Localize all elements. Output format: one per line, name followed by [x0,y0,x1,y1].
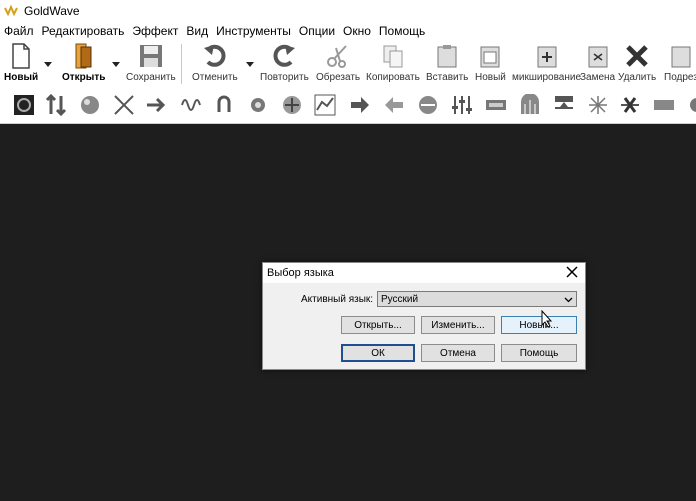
delete-x-icon [624,42,650,70]
copy-button[interactable]: Копировать [366,42,420,86]
sliders-icon[interactable] [450,93,474,117]
paste-button-label: Вставить [426,72,469,83]
pan-icon[interactable] [416,93,440,117]
dialog-titlebar: Выбор языка [263,263,585,283]
ok-button[interactable]: ОК [341,344,415,362]
noise-reduction-icon[interactable] [552,93,576,117]
goldwave-logo-icon [4,3,18,16]
mix-button-label: микширование [512,72,581,83]
new-dropdown-icon[interactable] [44,60,52,68]
open-button-label: Открыть [62,72,106,83]
menu-edit[interactable]: Редактировать [38,24,129,38]
undo-arrow-icon [202,42,228,70]
menu-window[interactable]: Окно [339,24,375,38]
flanger-icon[interactable] [280,93,304,117]
trim-more-button[interactable]: Подрез [664,42,696,86]
paste-new-button-label: Новый [475,72,506,83]
open-dropdown-icon[interactable] [112,60,120,68]
paste-icon [434,42,460,70]
gear-effect-icon[interactable] [246,93,270,117]
mix-icon [534,42,560,70]
cancel-button[interactable]: Отмена [421,344,495,362]
language-select[interactable]: Русский [377,291,577,307]
replace-button[interactable]: Замена [580,42,615,86]
reverb-sphere-icon[interactable] [78,93,102,117]
dialog-title: Выбор языка [267,267,334,279]
main-toolbar: Новый Открыть Сохранить Отменить Повтори… [0,40,696,88]
menu-help[interactable]: Помощь [375,24,429,38]
forward-arrow-icon[interactable] [144,93,168,117]
undo-dropdown-icon[interactable] [246,60,254,68]
save-button-label: Сохранить [126,72,176,83]
trim-button-label: Обрезать [316,72,361,83]
redo-button-label: Повторить [260,72,309,83]
menu-file[interactable]: Файл [0,24,38,38]
new-button-label: Новый [4,72,39,83]
waveform-icon[interactable] [180,93,204,117]
mix-button[interactable]: микширование [512,42,581,86]
title-bar: GoldWave [0,0,696,21]
active-language-label: Активный язык: [301,294,374,305]
new-file-icon [8,42,34,70]
help-button[interactable]: Помощь [501,344,577,362]
new-button[interactable]: Новый [4,42,38,86]
menu-bar: Файл Редактировать Эффект Вид Инструмент… [0,21,696,40]
volume-bar-icon[interactable] [652,93,676,117]
open-language-button[interactable]: Открыть... [341,316,415,334]
save-disk-icon [138,42,164,70]
paste-new-button[interactable]: Новый [475,42,506,86]
silence-icon[interactable] [618,93,642,117]
copy-icon [380,42,406,70]
mouse-cursor-icon [541,310,553,328]
delete-button-label: Удалить [618,72,657,83]
menu-options[interactable]: Опции [295,24,339,38]
redo-arrow-icon [271,42,297,70]
toolbar-separator [181,44,182,84]
effects-toolbar [0,88,696,124]
open-button[interactable]: Открыть [62,42,105,86]
redo-button[interactable]: Повторить [260,42,309,86]
scissors-icon [325,42,351,70]
menu-view[interactable]: Вид [182,24,212,38]
menu-tools[interactable]: Инструменты [212,24,295,38]
copy-button-label: Копировать [366,72,420,83]
crossfade-icon[interactable] [112,93,136,117]
window-title: GoldWave [24,3,80,18]
delete-button[interactable]: Удалить [618,42,656,86]
left-arrow-icon[interactable] [382,93,406,117]
trim-more-button-label: Подрез [664,72,696,83]
undo-button[interactable]: Отменить [192,42,238,86]
replace-icon [585,42,611,70]
save-button[interactable]: Сохранить [126,42,176,86]
trim-more-icon [668,42,694,70]
trim-button[interactable]: Обрезать [316,42,360,86]
new-language-button[interactable]: Новый... [501,316,577,334]
replace-button-label: Замена [580,72,616,83]
undo-button-label: Отменить [192,72,238,83]
change-language-button[interactable]: Изменить... [421,316,495,334]
open-folder-icon [71,42,97,70]
stop-effect-icon[interactable] [12,93,36,117]
language-select-value: Русский [381,294,419,305]
loop-icon[interactable] [212,93,236,117]
equalizer-chart-icon[interactable] [313,93,337,117]
pop-click-icon[interactable] [586,93,610,117]
more-effects-icon[interactable] [682,93,696,117]
compressor-icon[interactable] [484,93,508,117]
close-icon[interactable] [565,265,579,279]
doppler-icon[interactable] [518,93,542,117]
menu-effect[interactable]: Эффект [128,24,182,38]
paste-new-icon [477,42,503,70]
paste-button[interactable]: Вставить [426,42,468,86]
chevron-down-icon [564,297,573,303]
right-arrow-icon[interactable] [348,93,372,117]
language-dialog: Выбор языка Активный язык: Русский Откры… [262,262,586,370]
swap-channels-icon[interactable] [44,93,68,117]
